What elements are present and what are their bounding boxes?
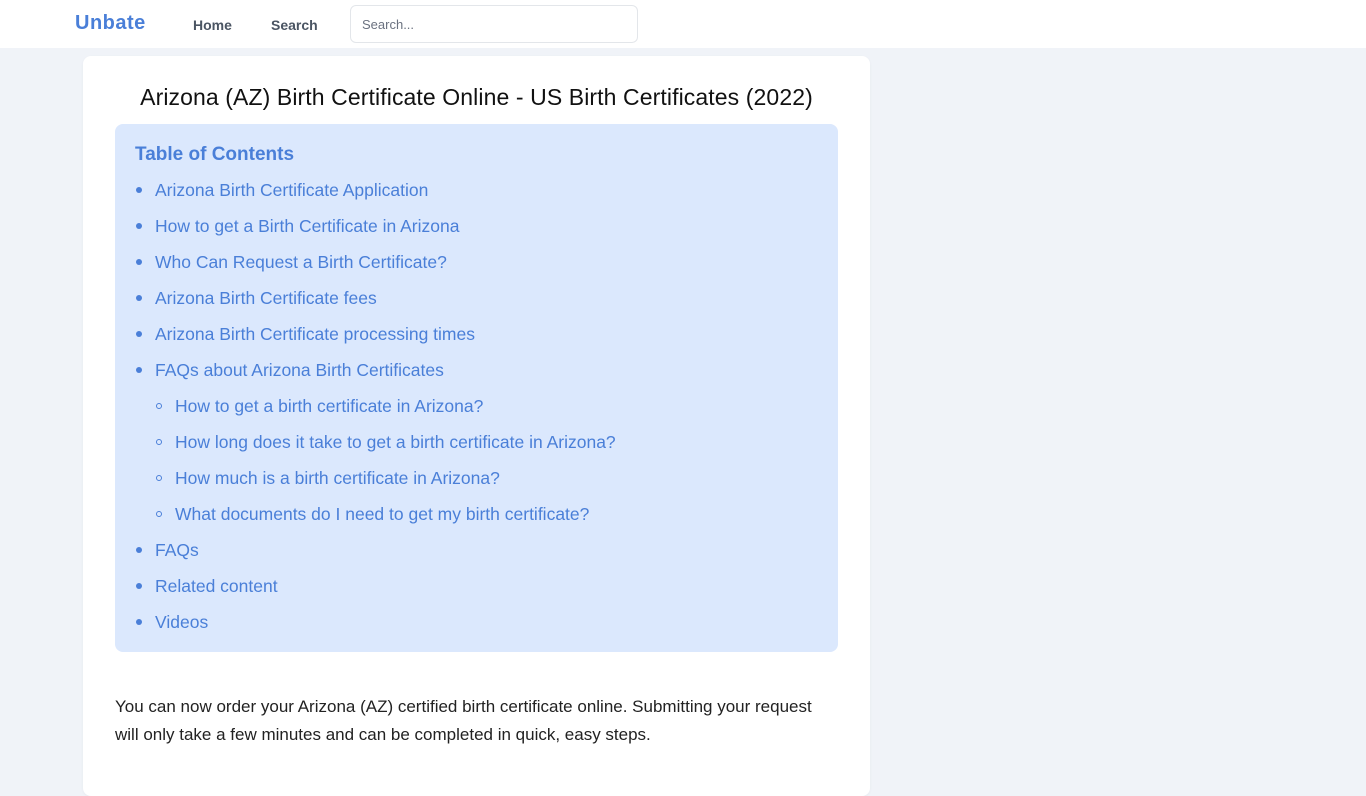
circle-bullet-icon bbox=[156, 403, 162, 409]
disc-bullet-icon bbox=[136, 547, 142, 553]
disc-bullet-icon bbox=[136, 259, 142, 265]
disc-bullet-icon bbox=[136, 583, 142, 589]
disc-bullet-icon bbox=[136, 223, 142, 229]
circle-bullet-icon bbox=[156, 511, 162, 517]
intro-paragraph: You can now order your Arizona (AZ) cert… bbox=[115, 697, 812, 744]
toc-link[interactable]: How much is a birth certificate in Arizo… bbox=[175, 466, 500, 490]
search-input[interactable] bbox=[350, 5, 638, 43]
toc-link[interactable]: Videos bbox=[155, 610, 208, 634]
brand-logo[interactable]: Unbate bbox=[75, 12, 146, 35]
toc-link[interactable]: How long does it take to get a birth cer… bbox=[175, 430, 616, 454]
toc-link[interactable]: What documents do I need to get my birth… bbox=[175, 502, 589, 526]
toc-link[interactable]: FAQs about Arizona Birth Certificates bbox=[155, 358, 444, 382]
disc-bullet-icon bbox=[136, 619, 142, 625]
page-title-container: Arizona (AZ) Birth Certificate Online - … bbox=[83, 84, 870, 111]
page-title: Arizona (AZ) Birth Certificate Online - … bbox=[140, 84, 813, 110]
nav-link-home[interactable]: Home bbox=[193, 17, 232, 33]
disc-bullet-icon bbox=[136, 187, 142, 193]
nav-link-search[interactable]: Search bbox=[271, 17, 318, 33]
toc-link[interactable]: Arizona Birth Certificate processing tim… bbox=[155, 322, 475, 346]
toc-link[interactable]: Related content bbox=[155, 574, 278, 598]
toc-link[interactable]: FAQs bbox=[155, 538, 199, 562]
navbar: Unbate Home Search bbox=[0, 0, 1366, 48]
circle-bullet-icon bbox=[156, 475, 162, 481]
toc-link[interactable]: Arizona Birth Certificate Application bbox=[155, 178, 428, 202]
table-of-contents: Table of Contents Arizona Birth Certific… bbox=[115, 124, 838, 652]
disc-bullet-icon bbox=[136, 331, 142, 337]
circle-bullet-icon bbox=[156, 439, 162, 445]
toc-link[interactable]: How to get a Birth Certificate in Arizon… bbox=[155, 214, 459, 238]
disc-bullet-icon bbox=[136, 367, 142, 373]
toc-link[interactable]: How to get a birth certificate in Arizon… bbox=[175, 394, 483, 418]
toc-link[interactable]: Arizona Birth Certificate fees bbox=[155, 286, 377, 310]
toc-title: Table of Contents bbox=[135, 144, 295, 165]
disc-bullet-icon bbox=[136, 295, 142, 301]
toc-link[interactable]: Who Can Request a Birth Certificate? bbox=[155, 250, 447, 274]
